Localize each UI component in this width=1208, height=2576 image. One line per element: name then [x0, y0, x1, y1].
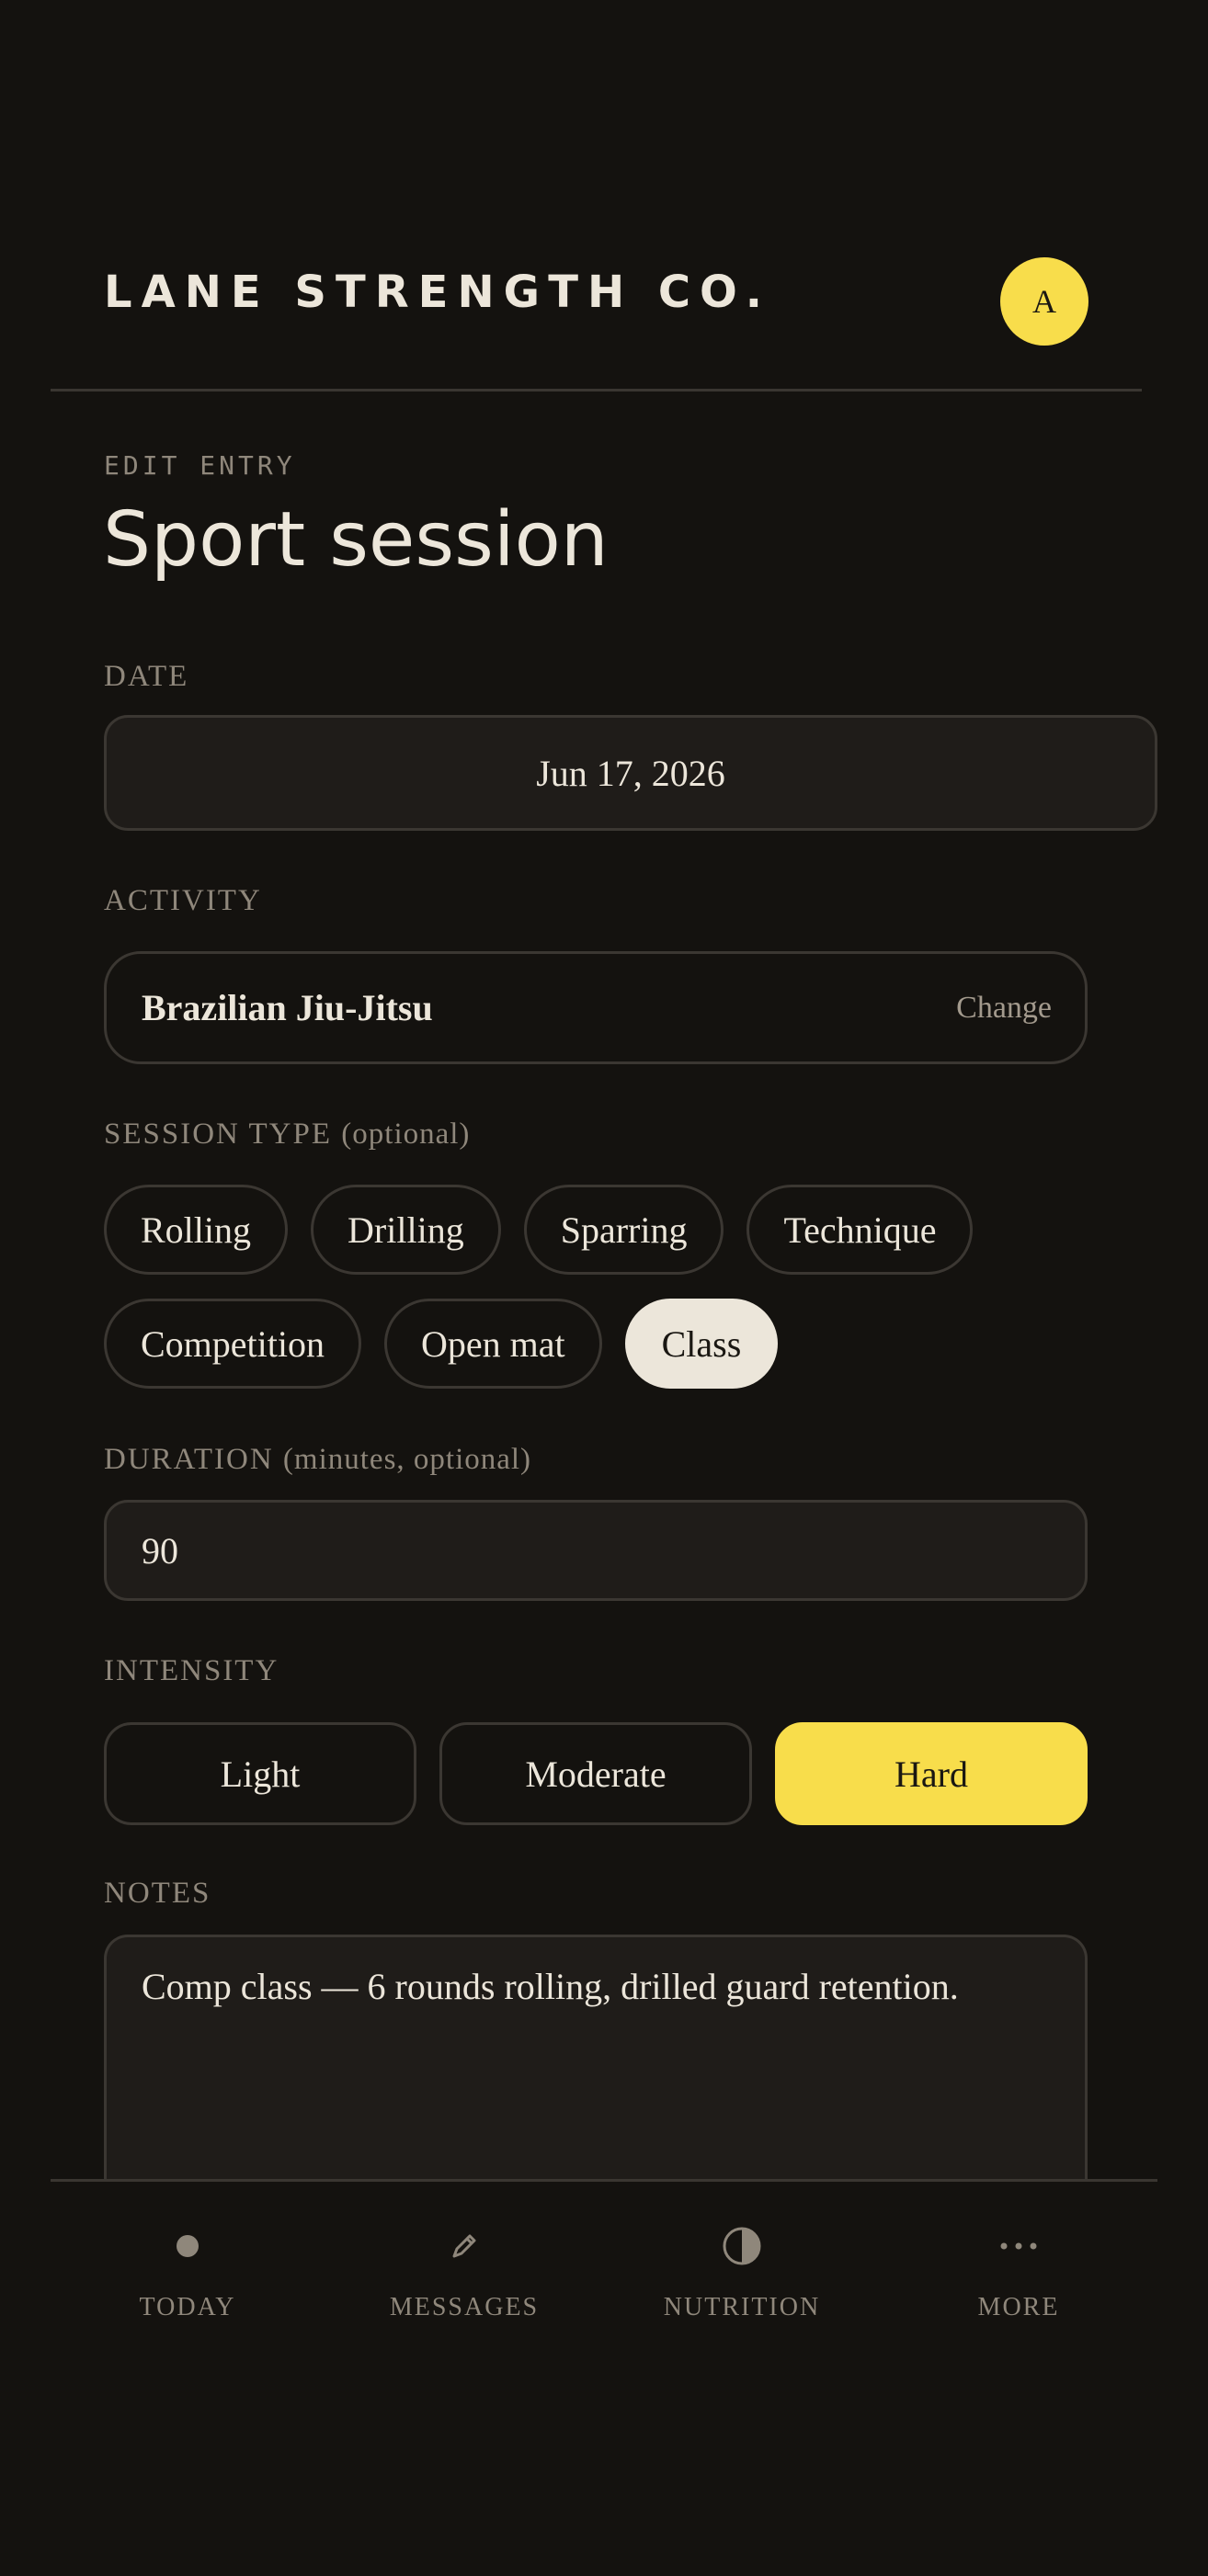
session-type-chip-technique[interactable]: Technique — [746, 1185, 974, 1275]
tab-more[interactable]: MORE — [881, 2179, 1157, 2322]
duration-value: 90 — [142, 1529, 178, 1572]
avatar-initial: A — [1032, 283, 1056, 320]
tab-today-label: TODAY — [139, 2293, 236, 2321]
session-type-row-1: Rolling Drilling Sparring Technique — [104, 1185, 974, 1275]
bottom-tab-bar: TODAY MESSAGES NUTRITION MORE — [0, 2179, 1208, 2576]
brand-logo: LANE STRENGTH CO. — [104, 267, 772, 318]
intensity-hard-button[interactable]: Hard — [775, 1722, 1088, 1825]
activity-value: Brazilian Jiu-Jitsu — [142, 987, 433, 1028]
duration-label-text: DURATION — [104, 1443, 274, 1476]
session-type-chip-sparring[interactable]: Sparring — [523, 1185, 724, 1275]
intensity-light-button[interactable]: Light — [104, 1722, 416, 1825]
tab-messages-label: MESSAGES — [389, 2293, 540, 2321]
session-type-label-suffix: (optional) — [341, 1118, 471, 1151]
notes-textarea[interactable]: Comp class — 6 rounds rolling, drilled g… — [104, 1935, 1088, 2183]
intensity-selector: Light Moderate Hard — [104, 1722, 1088, 1825]
activity-field[interactable]: Brazilian Jiu-Jitsu Change — [104, 951, 1088, 1064]
date-label: DATE — [104, 660, 189, 693]
notes-label: NOTES — [104, 1877, 211, 1910]
tab-nutrition-label: NUTRITION — [663, 2293, 821, 2321]
date-field[interactable]: Jun 17, 2026 — [104, 715, 1157, 831]
avatar[interactable]: A — [1000, 257, 1088, 346]
pencil-icon — [449, 2223, 480, 2269]
more-dots-icon — [998, 2223, 1039, 2269]
session-type-chip-class[interactable]: Class — [624, 1299, 779, 1389]
activity-label: ACTIVITY — [104, 884, 262, 917]
dot-icon — [175, 2223, 200, 2269]
notes-value: Comp class — 6 rounds rolling, drilled g… — [142, 1966, 959, 2007]
session-type-chip-open-mat[interactable]: Open mat — [384, 1299, 602, 1389]
change-activity-button[interactable]: Change — [956, 991, 1052, 1026]
tab-today[interactable]: TODAY — [50, 2179, 325, 2322]
date-value: Jun 17, 2026 — [536, 752, 725, 794]
session-type-label-text: SESSION TYPE — [104, 1118, 333, 1151]
intensity-label: INTENSITY — [104, 1654, 279, 1687]
session-type-label: SESSION TYPE (optional) — [104, 1118, 470, 1152]
tab-messages[interactable]: MESSAGES — [326, 2179, 602, 2322]
session-type-chip-competition[interactable]: Competition — [104, 1299, 361, 1389]
duration-label: DURATION (minutes, optional) — [104, 1443, 531, 1477]
header-divider — [51, 389, 1142, 392]
duration-label-suffix: (minutes, optional) — [282, 1443, 532, 1476]
half-circle-icon — [722, 2223, 762, 2269]
tab-nutrition[interactable]: NUTRITION — [604, 2179, 880, 2322]
page-eyebrow: EDIT ENTRY — [104, 450, 296, 481]
page-title: Sport session — [103, 496, 609, 584]
tab-more-label: MORE — [977, 2293, 1060, 2321]
duration-input[interactable]: 90 — [104, 1500, 1088, 1601]
session-type-chip-drilling[interactable]: Drilling — [311, 1185, 501, 1275]
intensity-moderate-button[interactable]: Moderate — [439, 1722, 752, 1825]
session-type-chip-rolling[interactable]: Rolling — [104, 1185, 289, 1275]
session-type-row-2: Competition Open mat Class — [104, 1299, 779, 1389]
